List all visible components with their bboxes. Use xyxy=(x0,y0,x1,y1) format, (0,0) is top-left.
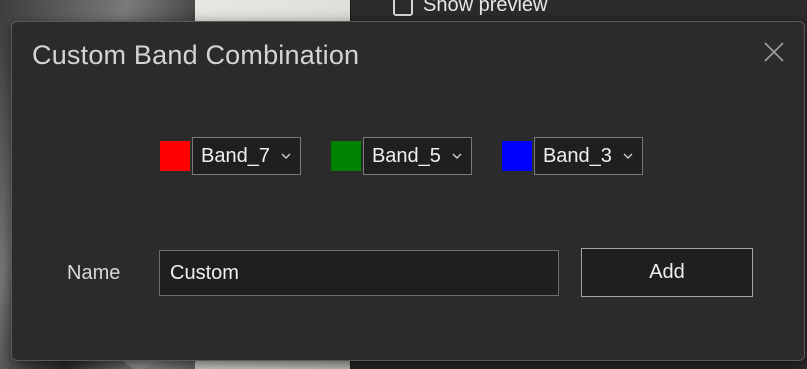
custom-band-dialog: Custom Band Combination Band_7 Band_5 Ba… xyxy=(11,21,805,361)
red-band-dropdown[interactable]: Band_7 xyxy=(192,137,301,175)
chevron-down-icon xyxy=(451,150,463,162)
green-band-dropdown[interactable]: Band_5 xyxy=(362,137,472,175)
show-preview-label: Show preview xyxy=(423,0,548,16)
show-preview-checkbox[interactable] xyxy=(393,0,413,16)
name-input[interactable] xyxy=(159,250,559,296)
blue-swatch xyxy=(501,141,532,171)
band-selectors: Band_7 Band_5 Band_3 xyxy=(160,137,643,175)
show-preview-option[interactable]: Show preview xyxy=(393,0,548,17)
chevron-down-icon xyxy=(280,150,292,162)
band-green: Band_5 xyxy=(330,137,472,175)
chevron-down-icon xyxy=(622,150,634,162)
name-label: Name xyxy=(67,262,121,284)
add-button[interactable]: Add xyxy=(581,248,753,297)
green-band-value: Band_5 xyxy=(371,144,441,167)
band-red: Band_7 xyxy=(160,137,301,175)
red-band-value: Band_7 xyxy=(201,144,270,167)
close-button[interactable] xyxy=(758,36,790,68)
green-swatch xyxy=(330,141,361,171)
close-icon xyxy=(764,42,784,62)
band-blue: Band_3 xyxy=(501,137,643,175)
red-swatch xyxy=(160,141,190,171)
blue-band-dropdown[interactable]: Band_3 xyxy=(533,137,643,175)
dialog-title: Custom Band Combination xyxy=(32,40,360,70)
blue-band-value: Band_3 xyxy=(542,144,612,167)
